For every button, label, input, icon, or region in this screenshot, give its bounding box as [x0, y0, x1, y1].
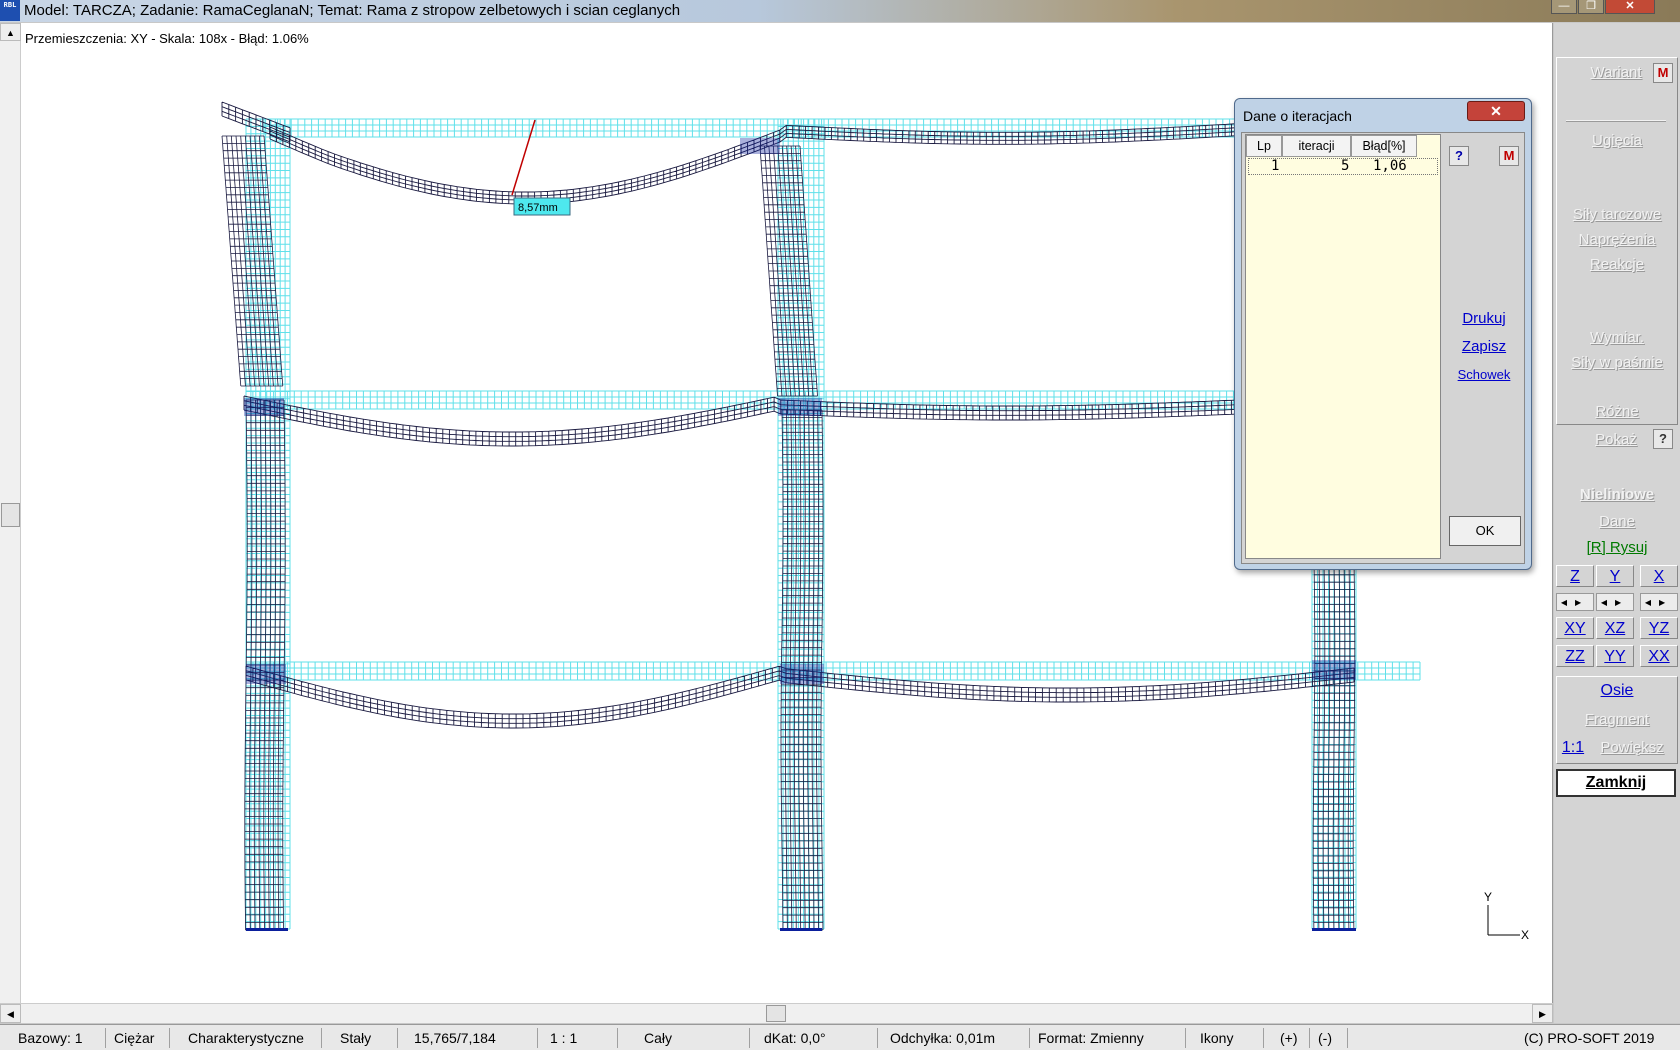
naprezenia-button[interactable]: Naprężenia: [1556, 231, 1678, 248]
rotate-x-arrows[interactable]: ◀▶: [1640, 593, 1678, 611]
dialog-body: Lp iteracji Błąd[%] 1 5 1,06 ? M Drukuj …: [1241, 132, 1525, 564]
node-zone-4: [780, 664, 824, 684]
ugiecia-button[interactable]: Ugięcia: [1556, 132, 1678, 149]
deformed-column-1a: [221, 135, 284, 387]
drukuj-button[interactable]: Drukuj: [1445, 310, 1523, 327]
column-base-1: [246, 928, 288, 931]
view-x-button[interactable]: X: [1640, 565, 1678, 587]
wariant-badge[interactable]: M: [1653, 63, 1673, 83]
scroll-right-button[interactable]: ▶: [1532, 1004, 1553, 1023]
node-zone-5: [1312, 660, 1356, 680]
view-yy-button[interactable]: YY: [1596, 645, 1634, 667]
status-bar: Bazowy: 1 Ciężar Charakterystyczne Stały…: [0, 1024, 1680, 1050]
status-caly[interactable]: Cały: [640, 1028, 750, 1048]
node-zone-3: [246, 664, 286, 684]
column-base-2: [780, 928, 822, 931]
status-copyright: (C) PRO-SOFT 2019: [1524, 1030, 1655, 1046]
status-minus[interactable]: (-): [1314, 1028, 1348, 1048]
status-scale[interactable]: 1 : 1: [546, 1028, 618, 1048]
reakcje-button[interactable]: Reakcje: [1556, 256, 1678, 273]
wariant-button[interactable]: Wariant: [1580, 64, 1652, 81]
pokaz-button[interactable]: Pokaż: [1580, 431, 1652, 448]
status-odchylka[interactable]: Odchyłka: 0,01m: [886, 1028, 1030, 1048]
iterations-dialog: Dane o iteracjach ✕ Lp iteracji Błąd[%] …: [1234, 98, 1532, 570]
wymiar-button[interactable]: Wymiar.: [1556, 329, 1678, 346]
node-zone-1: [244, 398, 284, 416]
window-close-button[interactable]: ✕: [1605, 0, 1655, 14]
dialog-close-button[interactable]: ✕: [1467, 101, 1525, 121]
result-info-line: Przemieszczenia: XY - Skala: 108x - Błąd…: [25, 31, 309, 46]
rozne-button[interactable]: Różne: [1556, 403, 1678, 420]
node-zone-6: [740, 138, 780, 154]
osie-button[interactable]: Osie: [1556, 682, 1678, 700]
row-lp: 1: [1271, 158, 1280, 174]
dialog-title: Dane o iteracjach: [1243, 108, 1352, 124]
minimize-button[interactable]: —: [1551, 0, 1577, 14]
zapisz-button[interactable]: Zapisz: [1445, 338, 1523, 355]
nieliniowe-button[interactable]: Nieliniowe: [1556, 486, 1678, 503]
column-header-lp[interactable]: Lp: [1246, 135, 1282, 157]
rysuj-button[interactable]: [R] Rysuj: [1556, 539, 1678, 556]
vertical-scroll-thumb[interactable]: [1, 503, 20, 527]
m-badge[interactable]: M: [1499, 146, 1519, 166]
status-format[interactable]: Format: Zmienny: [1034, 1028, 1186, 1048]
zamknij-button[interactable]: Zamknij: [1556, 769, 1676, 797]
help-icon[interactable]: ?: [1449, 146, 1469, 166]
axis-x-label: X: [1521, 928, 1529, 942]
view-yz-button[interactable]: YZ: [1640, 617, 1678, 639]
view-xz-button[interactable]: XZ: [1596, 617, 1634, 639]
row-iteracji: 5: [1341, 158, 1350, 174]
dane-button[interactable]: Dane: [1556, 513, 1678, 530]
view-z-button[interactable]: Z: [1556, 565, 1594, 587]
status-dkat[interactable]: dKat: 0,0°: [760, 1028, 878, 1048]
axis-y-label: Y: [1484, 890, 1492, 904]
panel-divider: [1566, 120, 1666, 122]
pokaz-help-button[interactable]: ?: [1653, 429, 1673, 449]
column-header-blad[interactable]: Błąd[%]: [1351, 135, 1417, 157]
status-coordinates: 15,765/7,184: [410, 1028, 538, 1048]
horizontal-scroll-thumb[interactable]: [766, 1005, 786, 1022]
sily-tarczowe-button[interactable]: Siły tarczowe: [1556, 206, 1678, 223]
sily-w-pasmie-button[interactable]: Siły w paśmie: [1556, 354, 1678, 371]
status-ciezar[interactable]: Ciężar: [110, 1028, 170, 1048]
iterations-list[interactable]: Lp iteracji Błąd[%] 1 5 1,06: [1245, 134, 1441, 559]
rotate-z-arrows[interactable]: ◀▶: [1556, 593, 1594, 611]
row-blad: 1,06: [1373, 158, 1407, 174]
view-xx-button[interactable]: XX: [1640, 645, 1678, 667]
schowek-button[interactable]: Schowek: [1445, 367, 1523, 382]
powieksz-button[interactable]: Powiększ: [1592, 739, 1672, 756]
column-header-iteracji[interactable]: iteracji: [1282, 135, 1351, 157]
view-y-button[interactable]: Y: [1596, 565, 1634, 587]
scroll-left-button[interactable]: ◀: [0, 1004, 21, 1023]
list-item[interactable]: 1 5 1,06: [1248, 158, 1438, 175]
status-staly[interactable]: Stały: [336, 1028, 398, 1048]
status-ikony[interactable]: Ikony: [1196, 1028, 1264, 1048]
rotate-y-arrows[interactable]: ◀▶: [1596, 593, 1634, 611]
dialog-side-panel: ? M Drukuj Zapisz Schowek OK: [1445, 134, 1523, 559]
status-bazowy[interactable]: Bazowy: 1: [14, 1028, 106, 1048]
scale-1-1-button[interactable]: 1:1: [1560, 739, 1586, 757]
view-xy-button[interactable]: XY: [1556, 617, 1594, 639]
maximize-button[interactable]: ❐: [1578, 0, 1604, 14]
status-plus[interactable]: (+): [1276, 1028, 1310, 1048]
vertical-scrollbar[interactable]: ▲: [0, 23, 21, 1005]
node-zone-2: [778, 398, 822, 416]
original-beam-3: [245, 661, 1421, 681]
fragment-button[interactable]: Fragment: [1556, 711, 1678, 728]
displacement-label: 8,57mm: [518, 202, 558, 214]
ok-button[interactable]: OK: [1449, 516, 1521, 546]
view-zz-button[interactable]: ZZ: [1556, 645, 1594, 667]
original-column-1: [245, 118, 291, 930]
horizontal-scrollbar[interactable]: ◀ ▶: [0, 1003, 1553, 1023]
scroll-up-button[interactable]: ▲: [0, 23, 21, 41]
column-base-3: [1312, 928, 1356, 931]
status-charakterystyczne[interactable]: Charakterystyczne: [184, 1028, 322, 1048]
